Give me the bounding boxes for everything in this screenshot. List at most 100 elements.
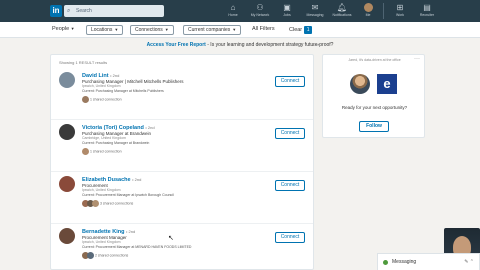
search-result-row: Elizabeth Dusache • 2nd Procurement Ipsw…: [51, 172, 313, 224]
result-location: Ipswich, United Kingdom: [82, 188, 121, 192]
nav-recruiter[interactable]: ▤ Recruiter: [413, 3, 441, 21]
nav-work-label: Work: [395, 13, 405, 17]
nav-divider: [383, 3, 384, 19]
promo-link[interactable]: Access Your Free Report: [147, 42, 206, 48]
result-current-position: Current: Purchasing Manager at Brandwein: [82, 141, 150, 145]
nav-jobs[interactable]: ▣ Jobs: [273, 3, 301, 21]
nav-notifications-label: Notifications: [332, 13, 352, 17]
nav-jobs-label: Jobs: [283, 13, 291, 17]
nav-recruiter-label: Recruiter: [419, 13, 435, 17]
people-filter-label: People: [52, 26, 70, 32]
connect-button[interactable]: Connect: [275, 76, 305, 87]
shared-connections[interactable]: 1 shared connection: [82, 148, 122, 156]
connect-button[interactable]: Connect: [275, 128, 305, 139]
shared-connections[interactable]: 3 shared connections: [82, 200, 133, 208]
ad-text: Ready for your next opportunity?: [341, 105, 408, 110]
clear-filters-button[interactable]: Clear 1: [289, 26, 313, 34]
recruiter-icon: ▤: [423, 3, 431, 12]
search-result-row: Victoria (Tori) Copeland • 2nd Purchasin…: [51, 120, 313, 172]
all-filters-button[interactable]: All Filters: [252, 26, 275, 32]
avatar: [350, 74, 370, 94]
current-companies-filter-label: Current companies: [188, 27, 231, 33]
ad-headline: Jared, it's data-driven at the office: [348, 58, 401, 62]
shared-connections-text: 1 shared connection: [90, 97, 122, 102]
avatar[interactable]: [59, 228, 75, 244]
search-placeholder: Search: [76, 8, 92, 14]
avatar: [363, 3, 373, 12]
shared-connections-text: 3 shared connections: [100, 201, 134, 206]
people-filter-dropdown[interactable]: People ▼: [52, 26, 75, 32]
locations-filter-label: Locations: [91, 27, 113, 33]
avatar: [82, 148, 89, 155]
avatar[interactable]: [59, 124, 75, 140]
sidebar-ad-card: Jared, it's data-driven at the office ··…: [322, 54, 425, 138]
home-icon: ⌂: [230, 3, 236, 12]
nav-notifications[interactable]: 🔔︎ Notifications: [328, 3, 356, 21]
shared-connections-text: 1 shared connection: [90, 149, 122, 154]
messaging-icon: ✉: [311, 3, 319, 12]
result-location: Ipswich, United Kingdom: [82, 240, 121, 244]
shared-connections[interactable]: 2 shared connections: [82, 252, 128, 260]
nav-my-network-label: My Network: [250, 13, 270, 17]
result-location: Ipswich, United Kingdom: [82, 84, 121, 88]
search-input[interactable]: ⌕ Search: [64, 5, 164, 17]
messaging-bar[interactable]: Messaging ✎ ⌃: [377, 253, 480, 270]
nav-home[interactable]: ⌂ Home: [219, 3, 247, 21]
chevron-down-icon: ▼: [114, 27, 119, 32]
clear-count-badge: 1: [304, 26, 313, 34]
nav-messaging-label: Messaging: [306, 13, 324, 17]
connection-degree: • 2nd: [145, 125, 155, 130]
connect-button[interactable]: Connect: [275, 232, 305, 243]
grid-icon: ⊞: [396, 3, 404, 12]
top-navigation-bar: in ⌕ Search ⌂ Home ⚇ My Network ▣ Jobs ✉…: [0, 0, 480, 22]
result-current-position: Current: Purchasing Manager at Mitchells…: [82, 89, 164, 93]
network-icon: ⚇: [256, 3, 264, 12]
search-icon: ⌕: [67, 8, 71, 14]
bell-icon: 🔔︎: [336, 3, 348, 12]
chevron-down-icon: ▼: [164, 27, 169, 32]
search-filter-bar: People ▼ Locations ▼ Connections ▼ Current…: [0, 22, 480, 38]
avatar: [87, 252, 94, 259]
connections-filter-label: Connections: [135, 27, 163, 33]
promo-banner: Access Your Free Report - Is your learni…: [0, 41, 480, 49]
nav-messaging[interactable]: ✉ Messaging: [301, 3, 329, 21]
current-companies-filter[interactable]: Current companies ▼: [183, 25, 242, 35]
linkedin-logo[interactable]: in: [50, 5, 62, 17]
result-current-position: Current: Procurement Manager at Ipswich …: [82, 193, 174, 197]
connection-degree: • 2nd: [110, 73, 120, 78]
avatar: [92, 200, 99, 207]
locations-filter[interactable]: Locations ▼: [86, 25, 124, 35]
nav-work[interactable]: ⊞ Work: [386, 3, 414, 21]
mouse-cursor-icon: ↖: [168, 235, 174, 242]
results-count: Showing 1 RESULT results: [59, 60, 108, 65]
result-current-position: Current: Procurement Manager at MENARD H…: [82, 245, 192, 249]
connection-degree: • 2nd: [126, 229, 136, 234]
company-logo[interactable]: e: [377, 74, 397, 94]
search-result-row: David Lint • 2nd Purchasing Manager | Mi…: [51, 68, 313, 120]
compose-icon[interactable]: ✎ ⌃: [464, 254, 474, 270]
clear-label: Clear: [289, 27, 303, 33]
connections-filter[interactable]: Connections ▼: [130, 25, 174, 35]
connect-button[interactable]: Connect: [275, 180, 305, 191]
nav-me[interactable]: Me: [354, 3, 382, 21]
online-status-icon: [383, 260, 388, 265]
result-location: Cambridge, United Kingdom: [82, 136, 126, 140]
chevron-down-icon: ▼: [70, 26, 75, 31]
avatar: [82, 96, 89, 103]
shared-connections-text: 2 shared connections: [95, 253, 129, 258]
chevron-down-icon: ▼: [232, 27, 237, 32]
ad-tag: Ad: [314, 42, 319, 47]
more-options-icon[interactable]: ···: [414, 56, 420, 62]
follow-button[interactable]: Follow: [359, 121, 389, 132]
nav-me-label: Me: [365, 13, 371, 17]
search-result-row: Bernadette King • 2nd Procurement Manage…: [51, 224, 313, 270]
avatar[interactable]: [59, 72, 75, 88]
connection-degree: • 2nd: [132, 177, 142, 182]
shared-connections[interactable]: 1 shared connection: [82, 96, 122, 104]
messaging-label: Messaging: [392, 259, 417, 265]
nav-my-network[interactable]: ⚇ My Network: [246, 3, 274, 21]
search-results-card: Showing 1 RESULT results David Lint • 2n…: [50, 54, 314, 270]
avatar[interactable]: [59, 176, 75, 192]
nav-home-label: Home: [228, 13, 238, 17]
jobs-icon: ▣: [283, 3, 291, 12]
